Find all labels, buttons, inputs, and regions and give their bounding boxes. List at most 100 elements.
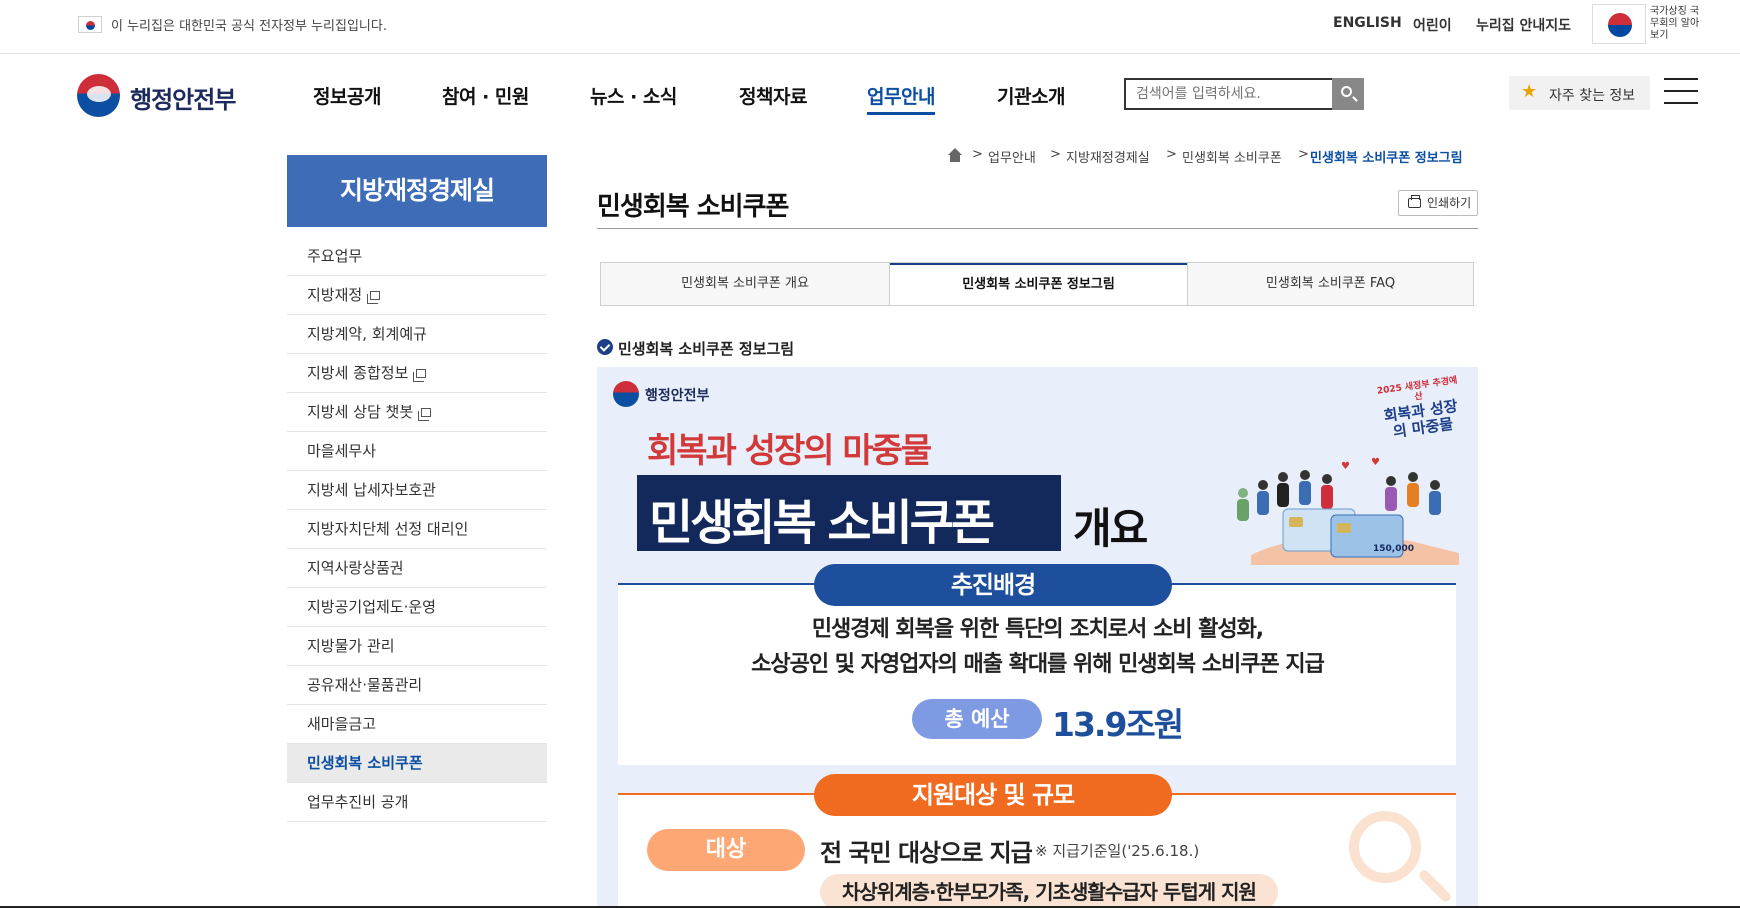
link-sitemap[interactable]: 누리집 안내지도 <box>1476 15 1571 35</box>
lnb-item[interactable]: 지방재정 <box>287 276 547 315</box>
gnb-about[interactable]: 기관소개 <box>997 82 1065 109</box>
slogan-badge: 2025 새정부 추경예산 회복과 성장의 마중물 <box>1376 376 1464 441</box>
korea-flag-icon <box>78 16 102 33</box>
lnb-item-label: 민생회복 소비쿠폰 <box>307 754 423 772</box>
lnb-item-label: 지방세 납세자보호관 <box>307 481 436 499</box>
breadcrumb-separator: > <box>1166 147 1177 162</box>
background-line: 소상공인 및 자영업자의 매출 확대를 위해 민생회복 소비쿠폰 지급 <box>751 652 1325 677</box>
lnb-item[interactable]: 주요업무 <box>287 237 547 276</box>
search-button[interactable] <box>1332 78 1364 110</box>
link-kids[interactable]: 어린이 <box>1413 15 1452 35</box>
favorite-info-button[interactable]: ★ 자주 찾는 정보 <box>1509 76 1650 110</box>
star-icon: ★ <box>1521 81 1538 102</box>
tab-faq[interactable]: 민생회복 소비쿠폰 FAQ <box>1188 263 1473 305</box>
home-icon[interactable] <box>947 148 963 162</box>
lnb-item-label: 지방공기업제도·운영 <box>307 598 436 616</box>
budget-label: 총 예산 <box>912 699 1042 739</box>
ministry-logo-text[interactable]: 행정안전부 <box>130 80 236 115</box>
printer-icon <box>1408 195 1421 208</box>
favorite-info-label: 자주 찾는 정보 <box>1549 88 1636 104</box>
new-window-icon <box>413 369 427 382</box>
print-button[interactable]: 인쇄하기 <box>1398 190 1478 216</box>
gnb-business[interactable]: 업무안내 <box>867 82 935 115</box>
support-text: 차상위계층·한부모가족, 기초생활수급자 두텁게 지원 <box>820 874 1278 908</box>
lnb-item-label: 지방재정 <box>307 286 363 304</box>
magnifier-illustration <box>1349 811 1421 883</box>
lnb-item[interactable]: 지역사랑상품권 <box>287 549 547 588</box>
lnb-item[interactable]: 지방세 납세자보호관 <box>287 471 547 510</box>
search-box <box>1124 78 1364 110</box>
national-symbol-button[interactable] <box>1592 4 1646 44</box>
new-window-icon <box>418 408 432 421</box>
infographic-logo-text: 행정안전부 <box>645 388 710 404</box>
taegukgi-icon <box>1608 13 1632 37</box>
lnb-item-label: 지방세 종합정보 <box>307 364 409 382</box>
background-heading: 추진배경 <box>814 564 1172 606</box>
tab-infographic[interactable]: 민생회복 소비쿠폰 정보그림 <box>890 263 1187 305</box>
lnb-item[interactable]: 지방물가 관리 <box>287 627 547 666</box>
lnb-item[interactable]: 새마을금고 <box>287 705 547 744</box>
tab-overview[interactable]: 민생회복 소비쿠폰 개요 <box>601 263 889 305</box>
new-window-icon <box>367 291 381 304</box>
target-text: 전 국민 대상으로 지급 <box>820 839 1033 867</box>
breadcrumb-current: 민생회복 소비쿠폰 정보그림 <box>1310 151 1463 166</box>
card-amount: 150,000 <box>1373 544 1414 554</box>
infographic: 행정안전부 2025 새정부 추경예산 회복과 성장의 마중물 회복과 성장의 … <box>597 367 1478 908</box>
lnb-item[interactable]: 마을세무사 <box>287 432 547 471</box>
gnb-news[interactable]: 뉴스 · 소식 <box>590 82 677 109</box>
infographic-title: 민생회복 소비쿠폰 <box>649 495 995 551</box>
breadcrumb-separator: > <box>972 147 983 162</box>
gov-notice: 이 누리집은 대한민국 공식 전자정부 누리집입니다. <box>111 19 387 34</box>
hamburger-line <box>1664 102 1698 104</box>
lnb-item-label: 지방계약, 회계예규 <box>307 325 427 343</box>
lnb-item-label: 지방자치단체 선정 대리인 <box>307 520 469 538</box>
hamburger-menu-button[interactable] <box>1664 78 1698 106</box>
ministry-logo-icon <box>613 381 639 407</box>
gnb-info[interactable]: 정보공개 <box>313 82 381 109</box>
content-tabs: 민생회복 소비쿠폰 개요 민생회복 소비쿠폰 정보그림 민생회복 소비쿠폰 FA… <box>600 262 1474 306</box>
lnb-item[interactable]: 지방자치단체 선정 대리인 <box>287 510 547 549</box>
budget-value: 13.9조원 <box>1052 705 1184 744</box>
breadcrumb-separator: > <box>1298 147 1309 162</box>
lnb-item-label: 지역사랑상품권 <box>307 559 404 577</box>
gov-banner: 이 누리집은 대한민국 공식 전자정부 누리집입니다. ENGLISH 어린이 … <box>0 0 1740 54</box>
breadcrumb-separator: > <box>1050 147 1061 162</box>
breadcrumb-item[interactable]: 지방재정경제실 <box>1066 147 1150 166</box>
lnb-item-label: 업무추진비 공개 <box>307 793 409 811</box>
gnb-policy[interactable]: 정책자료 <box>739 82 807 109</box>
lnb-item-label: 새마을금고 <box>307 715 377 733</box>
lnb-item[interactable]: 공유재산·물품관리 <box>287 666 547 705</box>
target-note: ※ 지급기준일('25.6.18.) <box>1035 842 1200 860</box>
breadcrumb-item[interactable]: 민생회복 소비쿠폰 <box>1182 147 1282 166</box>
lnb-item[interactable]: 지방계약, 회계예규 <box>287 315 547 354</box>
background-line: 민생경제 회복을 위한 특단의 조치로서 소비 활성화, <box>811 617 1264 642</box>
target-heading: 지원대상 및 규모 <box>814 774 1172 816</box>
section-heading-text: 민생회복 소비쿠폰 정보그림 <box>618 340 795 358</box>
target-label: 대상 <box>647 829 805 871</box>
lnb-item-label: 지방물가 관리 <box>307 637 395 655</box>
breadcrumb-item[interactable]: 업무안내 <box>988 147 1036 166</box>
lnb-item[interactable]: 지방세 종합정보 <box>287 354 547 393</box>
lnb-item-active[interactable]: 민생회복 소비쿠폰 <box>287 744 547 783</box>
search-input[interactable] <box>1126 80 1332 108</box>
lnb-item-label: 지방세 상담 챗봇 <box>307 403 414 421</box>
search-icon <box>1341 86 1352 97</box>
lnb-item-label: 주요업무 <box>307 247 363 265</box>
lnb-item-label: 마을세무사 <box>307 442 377 460</box>
people-and-card-illustration: ♥ ♥ 150,000 <box>1237 457 1459 565</box>
lnb-item[interactable]: 지방공기업제도·운영 <box>287 588 547 627</box>
lnb-item-label: 공유재산·물품관리 <box>307 676 423 694</box>
link-english[interactable]: ENGLISH <box>1333 15 1402 31</box>
svg-text:♥: ♥ <box>1371 457 1380 468</box>
print-label: 인쇄하기 <box>1427 196 1472 210</box>
gnb-participation[interactable]: 참여 · 민원 <box>442 82 529 109</box>
infographic-slogan: 회복과 성장의 마중물 <box>647 431 932 471</box>
lnb-item[interactable]: 업무추진비 공개 <box>287 783 547 822</box>
hamburger-line <box>1664 90 1698 92</box>
national-symbol-label: 국가상징 국무회의 알아보기 <box>1650 6 1700 41</box>
lnb-title: 지방재정경제실 <box>287 155 547 227</box>
section-heading: 민생회복 소비쿠폰 정보그림 <box>597 338 794 359</box>
ministry-logo-icon[interactable] <box>77 74 120 117</box>
lnb-item[interactable]: 지방세 상담 챗봇 <box>287 393 547 432</box>
infographic-title-suffix: 개요 <box>1073 504 1148 553</box>
